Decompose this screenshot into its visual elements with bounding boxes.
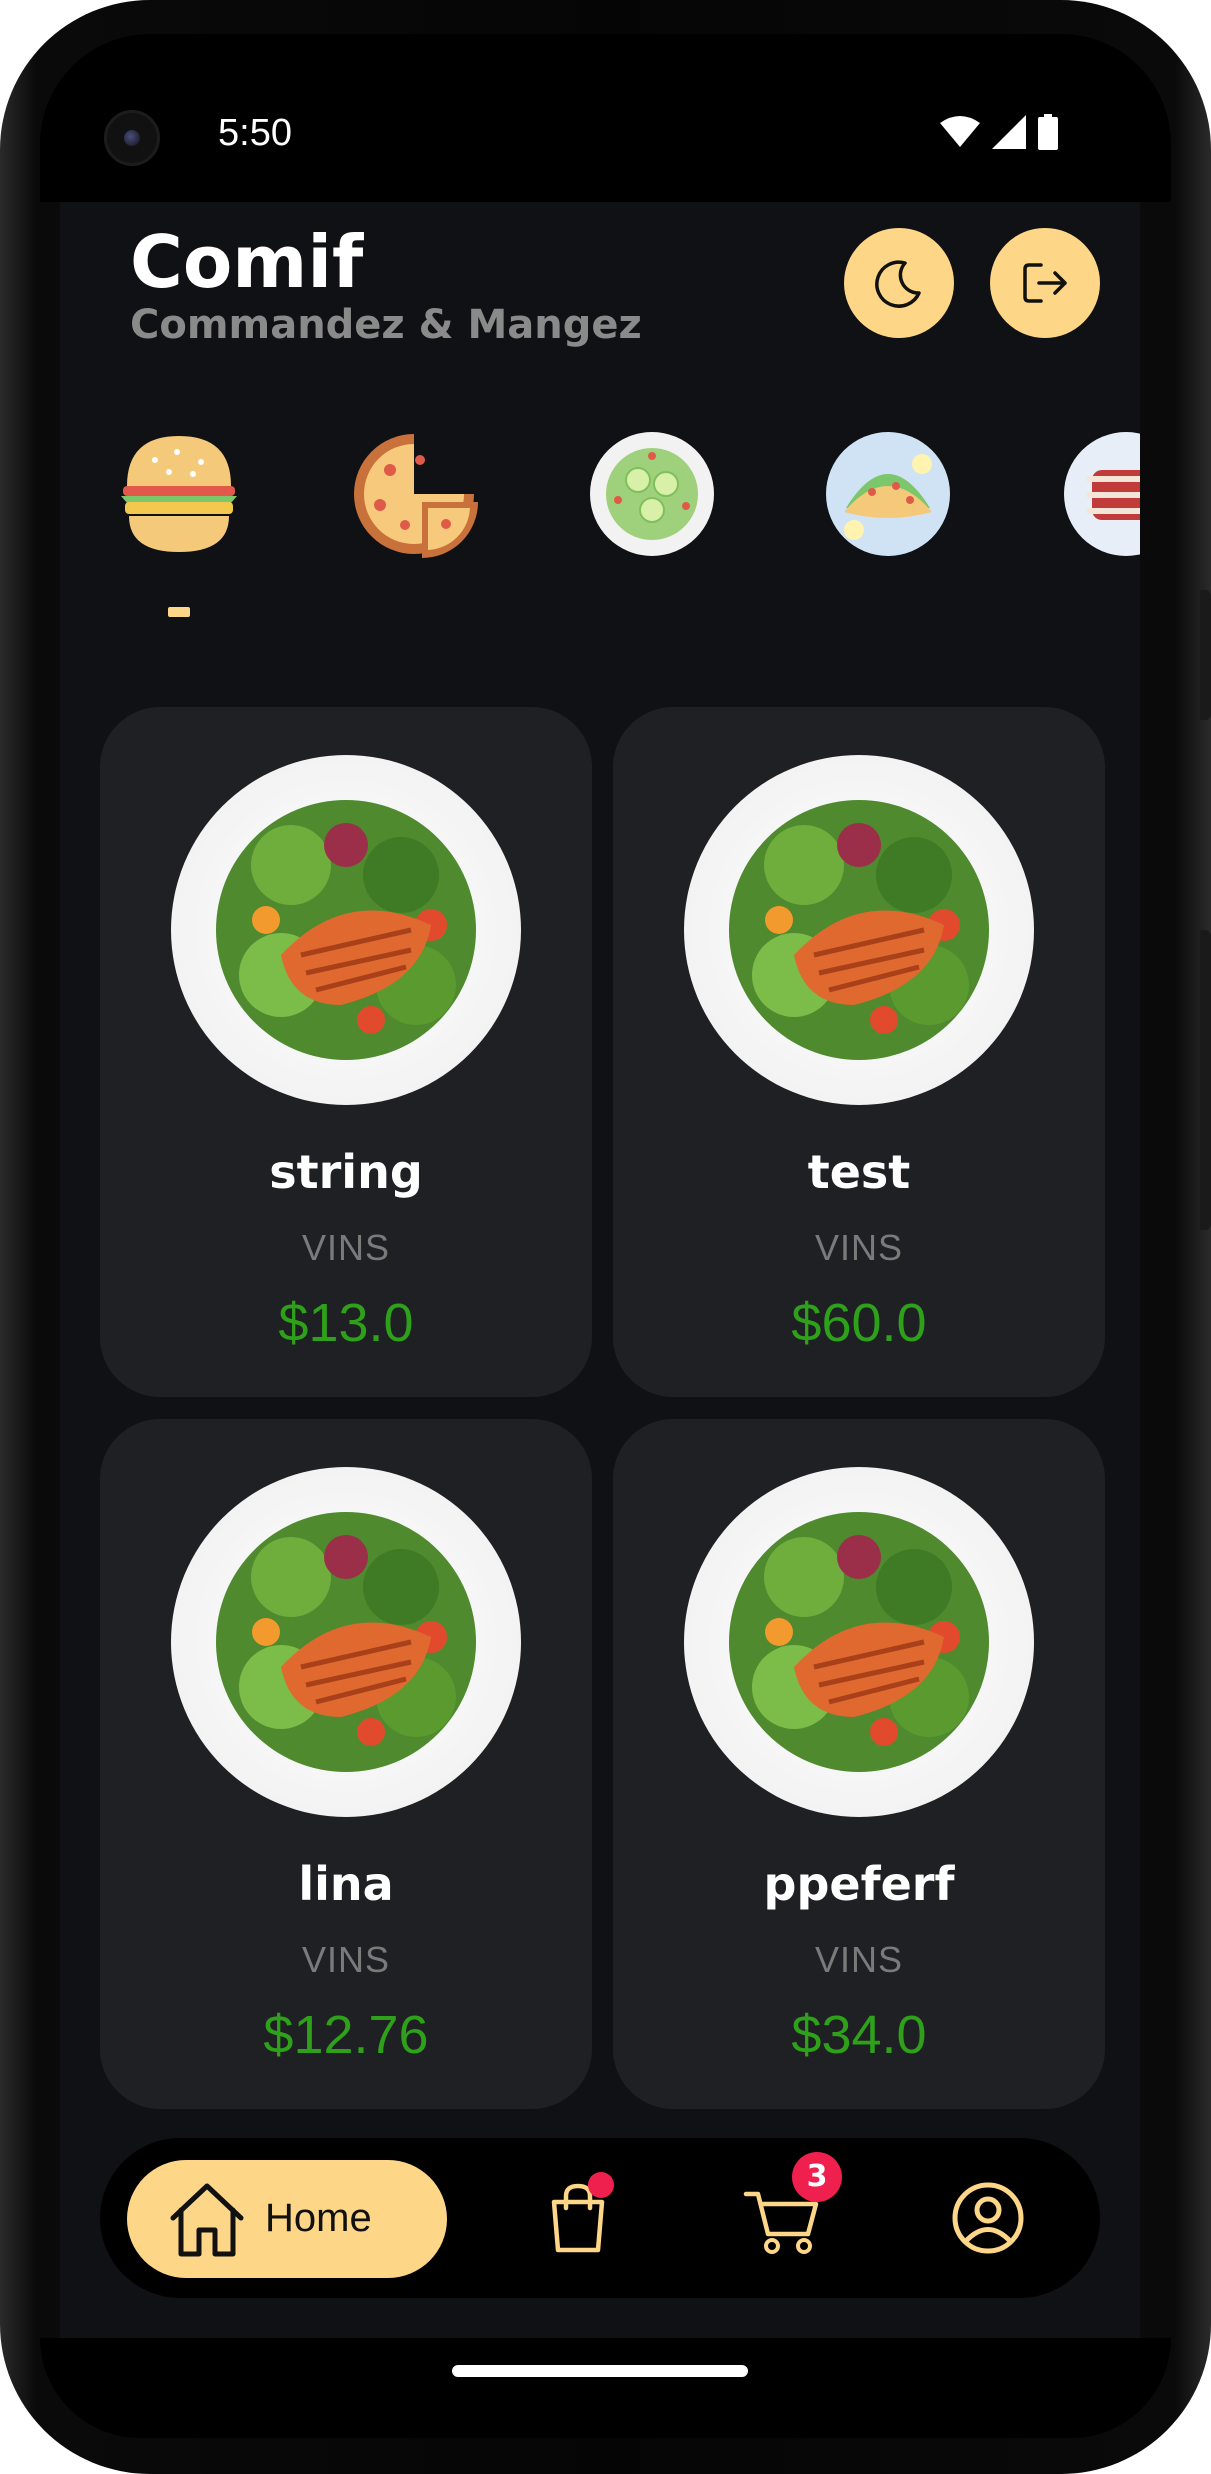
nav-home-button[interactable]: Home xyxy=(127,2160,447,2278)
app-subtitle: Commandez & Mangez xyxy=(130,302,642,348)
nav-home-label: Home xyxy=(265,2196,372,2240)
volume-button xyxy=(1200,590,1211,720)
nav-orders-button[interactable] xyxy=(538,2172,618,2258)
product-price: $60.0 xyxy=(791,1293,927,1353)
battery-icon xyxy=(1038,114,1058,150)
product-price: $34.0 xyxy=(791,2005,927,2065)
taco-icon xyxy=(826,432,950,556)
nav-profile-button[interactable] xyxy=(948,2178,1028,2258)
product-card[interactable]: ppeferf VINS $34.0 xyxy=(613,1419,1105,2109)
status-icons xyxy=(940,114,1058,150)
cart-count-badge: 3 xyxy=(792,2152,842,2202)
category-pizza[interactable] xyxy=(350,430,478,558)
ribs-icon xyxy=(1064,432,1140,556)
product-card[interactable]: lina VINS $12.76 xyxy=(100,1419,592,2109)
product-name: ppeferf xyxy=(763,1857,955,1911)
phone-frame: 5:50 Comif Commandez & Mangez string VIN… xyxy=(0,0,1211,2474)
app-title: Comif xyxy=(130,220,364,304)
product-name: test xyxy=(807,1145,911,1199)
power-button xyxy=(1200,930,1211,1230)
home-icon xyxy=(170,2183,244,2257)
app-screen: Comif Commandez & Mangez string VINS $13… xyxy=(60,202,1140,2338)
wifi-icon xyxy=(940,116,980,147)
category-taco[interactable] xyxy=(824,430,952,558)
product-image xyxy=(171,1467,521,1817)
category-ribs[interactable] xyxy=(1062,430,1140,558)
product-category: VINS xyxy=(814,1227,904,1268)
salad-icon xyxy=(590,432,714,556)
logout-button[interactable] xyxy=(990,228,1100,338)
product-card[interactable]: string VINS $13.0 xyxy=(100,707,592,1397)
home-indicator[interactable] xyxy=(452,2365,748,2377)
product-image xyxy=(684,755,1034,1105)
product-image xyxy=(171,755,521,1105)
product-name: string xyxy=(269,1145,423,1199)
bottom-navigation: Home 3 xyxy=(100,2138,1100,2298)
notification-dot xyxy=(588,2172,614,2198)
product-image xyxy=(684,1467,1034,1817)
user-profile-icon xyxy=(952,2182,1024,2254)
pizza-icon xyxy=(354,434,478,558)
nav-cart-button[interactable]: 3 xyxy=(742,2152,842,2258)
category-list xyxy=(60,430,1140,610)
burger-icon xyxy=(121,436,237,552)
moon-icon xyxy=(875,260,921,308)
product-price: $13.0 xyxy=(278,1293,414,1353)
category-burger[interactable] xyxy=(115,430,243,558)
category-selected-indicator xyxy=(168,607,190,617)
category-salad[interactable] xyxy=(588,430,716,558)
logout-icon xyxy=(1023,263,1067,303)
signal-icon xyxy=(992,115,1026,149)
product-name: lina xyxy=(298,1857,394,1911)
product-category: VINS xyxy=(814,1939,904,1980)
product-category: VINS xyxy=(301,1227,391,1268)
front-camera xyxy=(104,110,160,166)
product-price: $12.76 xyxy=(263,2005,429,2065)
system-navigation-area xyxy=(40,2338,1171,2438)
theme-toggle-button[interactable] xyxy=(844,228,954,338)
product-card[interactable]: test VINS $60.0 xyxy=(613,707,1105,1397)
product-category: VINS xyxy=(301,1939,391,1980)
status-time: 5:50 xyxy=(218,112,292,154)
